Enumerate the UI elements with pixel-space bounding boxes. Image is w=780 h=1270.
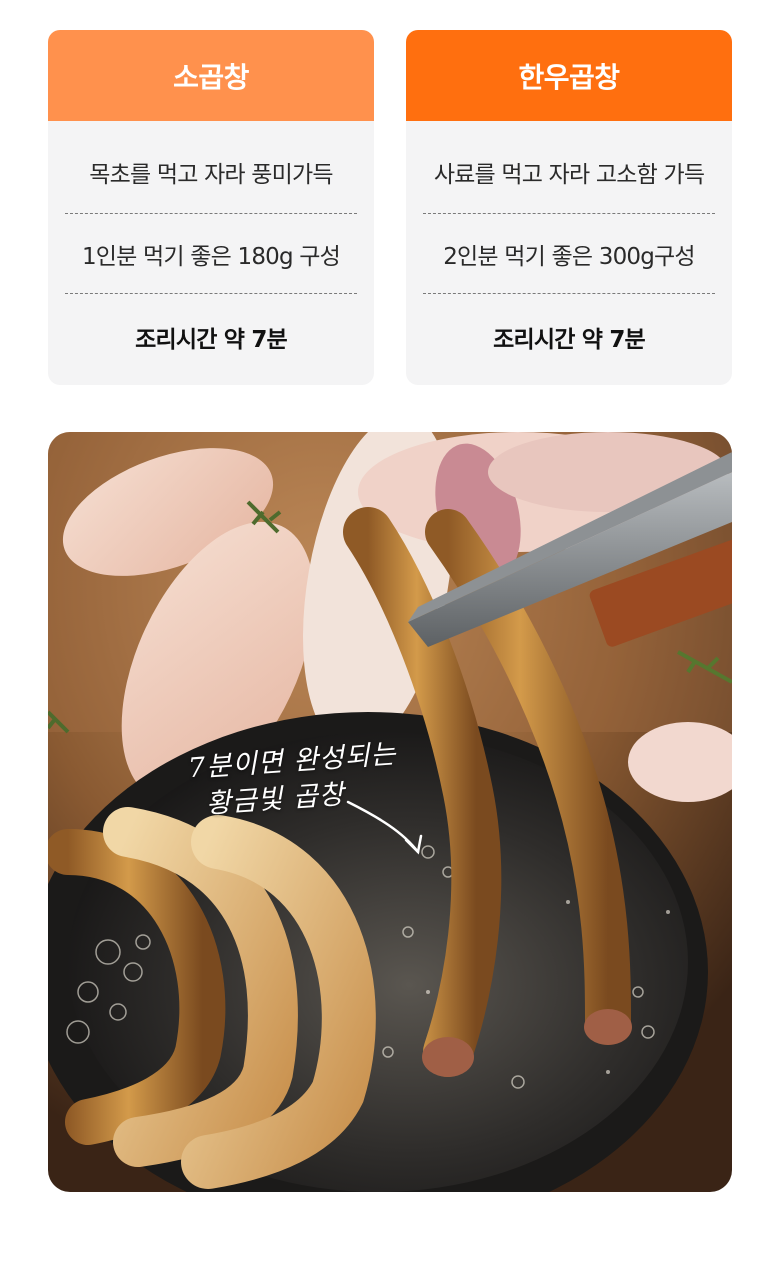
- feature-cook-time: 조리시간 약 7분: [135, 327, 288, 353]
- feature-portion: 2인분 먹기 좋은 300g구성: [443, 243, 695, 270]
- card-title: 한우곱창: [518, 60, 620, 94]
- card-header-beef-intestine: 소곱창: [48, 30, 374, 121]
- feature-feed: 사료를 먹고 자라 고소함 가득: [433, 162, 705, 188]
- card-title: 소곱창: [173, 60, 249, 94]
- feature-cook-time: 조리시간 약 7분: [493, 327, 646, 353]
- card-hanwoo-intestine: 한우곱창 사료를 먹고 자라 고소함 가득 2인분 먹기 좋은 300g구성 조…: [406, 30, 732, 385]
- card-body: 목초를 먹고 자라 풍미가득 1인분 먹기 좋은 180g 구성 조리시간 약 …: [48, 121, 374, 380]
- card-header-hanwoo-intestine: 한우곱창: [406, 30, 732, 121]
- cooking-photo: 7분이면 완성되는 황금빛 곱창: [48, 432, 732, 1192]
- card-beef-intestine: 소곱창 목초를 먹고 자라 풍미가득 1인분 먹기 좋은 180g 구성 조리시…: [48, 30, 374, 385]
- photo-illustration: [48, 432, 732, 1192]
- feature-feed: 목초를 먹고 자라 풍미가득: [89, 162, 333, 188]
- card-body: 사료를 먹고 자라 고소함 가득 2인분 먹기 좋은 300g구성 조리시간 약…: [406, 121, 732, 380]
- product-comparison-page: 소곱창 목초를 먹고 자라 풍미가득 1인분 먹기 좋은 180g 구성 조리시…: [0, 0, 780, 1270]
- feature-portion: 1인분 먹기 좋은 180g 구성: [81, 243, 341, 270]
